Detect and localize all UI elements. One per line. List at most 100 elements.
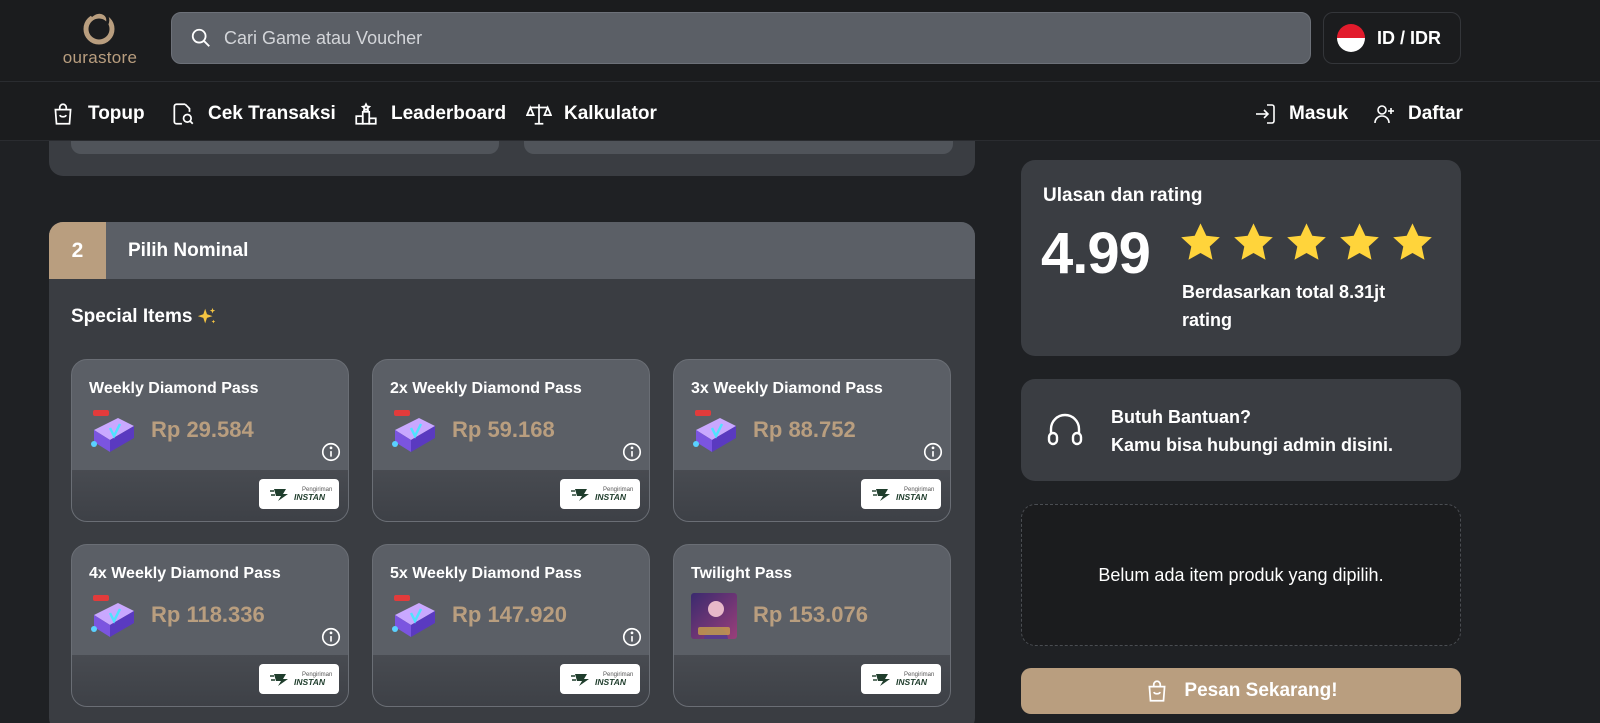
info-icon[interactable] [922,441,944,463]
section-title: Pilih Nominal [128,240,249,261]
fast-delivery-icon [270,489,288,501]
pilih-nominal-section: 2 Pilih Nominal Special Items Weekly Dia… [49,222,975,723]
item-footer: Pengiriman INSTAN [674,470,950,521]
item-price: Rp 88.752 [753,417,856,442]
fast-delivery-icon [872,489,890,501]
star-icon [1393,223,1432,260]
item-price: Rp 59.168 [452,417,555,442]
star-icon [1234,223,1273,260]
info-icon[interactable] [621,626,643,648]
instant-delivery-badge: Pengiriman INSTAN [560,664,640,694]
podium-icon [355,102,377,125]
login-icon [1256,104,1275,124]
badge-label: INSTAN [896,491,928,502]
instant-delivery-badge: Pengiriman INSTAN [861,664,941,694]
rating-note: Berdasarkan total 8.31jt rating [1182,282,1386,330]
help-title: Butuh Bantuan? [1111,407,1251,427]
search-input[interactable] [224,27,1124,49]
star-icon [1287,223,1326,260]
nav-leaderboard[interactable]: Leaderboard [353,98,506,130]
header-divider [0,81,1600,82]
shopping-bag-icon [1148,680,1166,702]
indonesia-flag-icon [1337,24,1365,52]
logo[interactable]: ourastore [55,10,145,70]
info-icon[interactable] [320,626,342,648]
fast-delivery-icon [571,674,589,686]
nav-topup[interactable]: Topup [50,98,145,130]
nominal-item-card[interactable]: 4x Weekly Diamond Pass Rp 118.336 Pengirim… [71,544,349,707]
fast-delivery-icon [872,674,890,686]
empty-summary-text: Belum ada item produk yang dipilih. [1098,564,1384,585]
nav-masuk[interactable]: Masuk [1253,98,1348,130]
rating-title: Ulasan dan rating [1043,185,1203,206]
locale-selector[interactable]: ID / IDR [1323,12,1461,64]
order-summary-empty: Belum ada item produk yang dipilih. [1021,504,1461,646]
twilight-pass-thumbnail [691,593,737,639]
nominal-item-card[interactable]: 2x Weekly Diamond Pass Rp 59.168 Pengirima… [372,359,650,522]
search-bar[interactable] [171,12,1311,64]
logo-mark-icon [83,10,115,45]
user-plus-icon [1374,105,1394,124]
special-items-heading: Special Items [71,306,218,328]
logo-text: ourastore [62,48,138,67]
nav-kalkulator[interactable]: Kalkulator [526,98,657,130]
headset-icon [1047,413,1083,446]
section-header: 2 Pilih Nominal [49,222,975,279]
rating-stars [1178,220,1435,265]
diamond-pass-thumbnail [392,595,435,637]
item-name: 3x Weekly Diamond Pass [691,380,883,397]
item-footer: Pengiriman INSTAN [373,655,649,706]
rating-value: 4.99 [1041,221,1151,286]
nominal-item-card[interactable]: 3x Weekly Diamond Pass Rp 88.752 Pengirima… [673,359,951,522]
search-receipt-icon [173,103,194,125]
order-now-button[interactable]: Pesan Sekarang! [1021,668,1461,714]
badge-label: INSTAN [595,491,627,502]
nav-cek-transaksi-label: Cek Transaksi [208,103,336,124]
instant-delivery-badge: Pengiriman INSTAN [259,664,339,694]
nav-topup-label: Topup [88,103,145,124]
help-card[interactable]: Butuh Bantuan? Kamu bisa hubungi admin d… [1021,379,1461,481]
item-price: Rp 153.076 [753,602,868,627]
diamond-pass-thumbnail [392,410,435,452]
instant-delivery-badge: Pengiriman INSTAN [259,479,339,509]
diamond-pass-thumbnail [91,410,134,452]
sparkles-icon [198,307,216,324]
item-name: Twilight Pass [691,565,793,582]
diamond-pass-thumbnail [693,410,736,452]
item-price: Rp 118.336 [151,602,265,627]
star-icon [1181,223,1220,260]
fast-delivery-icon [571,489,589,501]
item-footer: Pengiriman INSTAN [72,655,348,706]
nav-cek-transaksi[interactable]: Cek Transaksi [170,98,336,130]
badge-label: INSTAN [595,676,627,687]
item-footer: Pengiriman INSTAN [674,655,950,706]
item-name: Weekly Diamond Pass [89,380,259,397]
item-price: Rp 29.584 [151,417,254,442]
badge-label: INSTAN [294,491,326,502]
order-now-label: Pesan Sekarang! [1184,680,1338,701]
badge-label: INSTAN [896,676,928,687]
item-price: Rp 147.920 [452,602,567,627]
top-header: ourastore ID / IDR Topup Cek Transaksi L… [0,0,1600,141]
nominal-item-card[interactable]: Weekly Diamond Pass Rp 29.584 Pengiriman IN… [71,359,349,522]
info-icon[interactable] [621,441,643,463]
shopping-bag-icon [54,103,72,125]
nav-daftar-label: Daftar [1408,103,1463,124]
nav-daftar[interactable]: Daftar [1372,98,1463,130]
nav-masuk-label: Masuk [1289,103,1349,124]
nav-kalkulator-label: Kalkulator [564,103,657,124]
rating-card: Ulasan dan rating 4.99 Berdasarkan total… [1021,160,1461,356]
special-items-label: Special Items [71,306,193,327]
item-name: 2x Weekly Diamond Pass [390,380,582,397]
info-icon[interactable] [320,441,342,463]
search-icon [191,28,210,47]
nominal-item-card[interactable]: 5x Weekly Diamond Pass Rp 147.920 Pengirim… [372,544,650,707]
badge-label: INSTAN [294,676,326,687]
diamond-pass-thumbnail [91,595,134,637]
item-footer: Pengiriman INSTAN [72,470,348,521]
nominal-item-card[interactable]: Twilight Pass Rp 153.076 Pengiriman INSTAN [673,544,951,707]
locale-label: ID / IDR [1377,27,1442,48]
scale-icon [526,104,552,125]
item-footer: Pengiriman INSTAN [373,470,649,521]
help-subtitle: Kamu bisa hubungi admin disini. [1111,435,1394,455]
